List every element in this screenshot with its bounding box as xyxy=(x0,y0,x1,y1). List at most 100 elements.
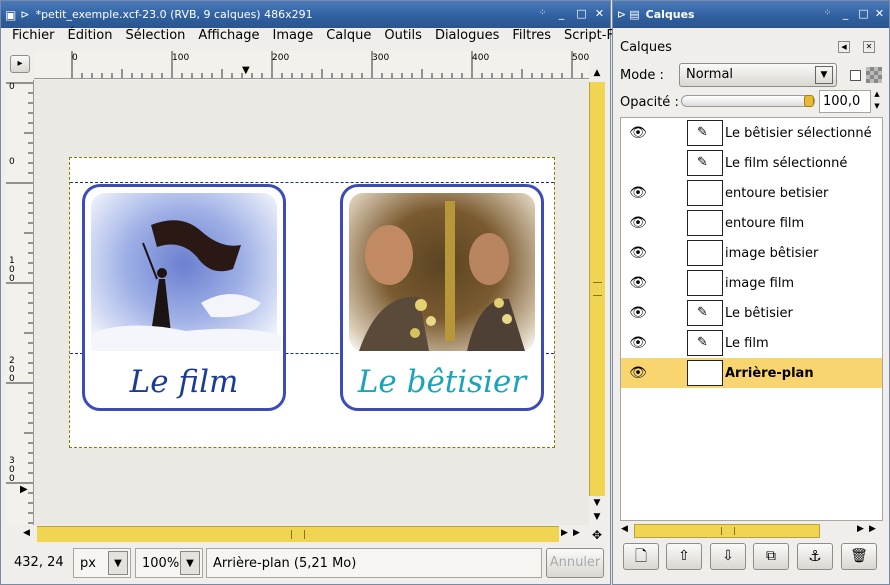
dock-menu-button[interactable]: ◀ xyxy=(838,41,850,53)
horizontal-scroll-grip[interactable] xyxy=(291,530,305,539)
vertical-ruler[interactable]: 0 0 1 0 0 2 0 0 3 0 0 ▶ xyxy=(6,80,34,525)
layers-scroll-right2[interactable]: ▶ xyxy=(869,524,881,538)
menu-item-7[interactable]: Dialogues xyxy=(429,28,506,47)
minimize-button[interactable]: _ xyxy=(555,7,568,20)
menu-item-0[interactable]: Fichier xyxy=(1,28,62,47)
layers-scroll-left[interactable]: ◀ xyxy=(621,524,633,538)
dots-icon-2: ⁘ xyxy=(823,8,832,18)
opacity-spin-down[interactable]: ▼ xyxy=(871,102,883,113)
menu-item-5[interactable]: Calque xyxy=(320,28,378,47)
layer-list[interactable]: 👁 ✎ Le bêtisier sélectionné ✎ Le film sélect… xyxy=(620,117,883,521)
unit-dropdown-icon[interactable]: ▼ xyxy=(108,551,128,575)
status-message-box: Arrière-plan (5,21 Mo) xyxy=(206,548,542,578)
cancel-button[interactable]: Annuler xyxy=(546,548,604,578)
visibility-eye-icon[interactable]: 👁 xyxy=(621,275,655,291)
layer-row[interactable]: ✎ Le film sélectionné xyxy=(621,148,882,178)
opacity-spin-up[interactable]: ▲ xyxy=(871,90,883,101)
layers-hscrollbar[interactable] xyxy=(634,524,820,538)
ruler-label-300: 300 xyxy=(372,53,390,63)
vertical-scrollbar[interactable] xyxy=(589,82,605,496)
vruler-label-200: 2 0 0 xyxy=(9,356,15,384)
opacity-handle[interactable] xyxy=(804,95,814,107)
visibility-eye-icon[interactable]: 👁 xyxy=(621,305,655,321)
layers-maximize-button[interactable]: □ xyxy=(857,7,870,20)
ruler-label-500: 500 xyxy=(572,53,589,63)
anchor-layer-button[interactable]: ⚓ xyxy=(797,543,833,570)
opacity-slider[interactable] xyxy=(681,95,815,107)
layers-scroll-right[interactable]: ▶ xyxy=(857,524,869,538)
guide-horizontal-top[interactable] xyxy=(70,182,554,183)
menu-item-6[interactable]: Outils xyxy=(378,28,429,47)
pin-icon-2[interactable]: ⊳ xyxy=(617,8,626,21)
text-layer-icon: ✎ xyxy=(687,300,723,326)
mode-label: Mode : xyxy=(620,68,664,83)
maximize-button[interactable]: □ xyxy=(575,7,588,20)
navigate-button[interactable]: ▸ xyxy=(10,55,30,73)
raise-layer-button[interactable]: ⇧ xyxy=(666,543,702,570)
visibility-eye-icon[interactable]: 👁 xyxy=(621,365,655,381)
close-button[interactable]: ✕ xyxy=(593,7,606,20)
layer-row[interactable]: 👁 image bêtisier xyxy=(621,238,882,268)
layer-thumbnail xyxy=(687,180,723,206)
visibility-eye-icon[interactable]: 👁 xyxy=(621,335,655,351)
layer-row[interactable]: 👁 Arrière-plan xyxy=(621,358,882,388)
navigate-move-icon[interactable]: ✥ xyxy=(589,528,605,542)
visibility-eye-icon[interactable]: 👁 xyxy=(621,185,655,201)
scroll-down-button[interactable]: ▼ xyxy=(589,498,605,512)
pin-icon[interactable]: ⊳ xyxy=(20,8,29,21)
menu-item-1[interactable]: Édition xyxy=(62,28,120,47)
layer-row[interactable]: 👁 entoure film xyxy=(621,208,882,238)
horizontal-ruler[interactable]: 0 100 200 300 400 500 ▼ xyxy=(34,51,589,79)
dock-close-button[interactable]: ✕ xyxy=(863,41,875,53)
horizontal-scrollbar[interactable] xyxy=(37,526,559,542)
layers-window: ⊳ ▤ Calques ⁘ _ □ ✕ Calques ◀ ✕ Mode : N… xyxy=(612,0,890,585)
opacity-spin[interactable]: 100,0 xyxy=(819,90,871,113)
scroll-up-button[interactable]: ▲ xyxy=(589,68,605,82)
menu-item-8[interactable]: Filtres xyxy=(506,28,558,47)
layer-row[interactable]: 👁 image film xyxy=(621,268,882,298)
layer-row[interactable]: 👁 ✎ Le bêtisier xyxy=(621,298,882,328)
film-photo xyxy=(91,193,281,351)
vruler-pointer-icon: ▶ xyxy=(20,484,28,495)
visibility-eye-icon[interactable]: 👁 xyxy=(621,125,655,141)
layers-hscroll-grip[interactable] xyxy=(721,527,735,535)
layer-row[interactable]: 👁 entoure betisier xyxy=(621,178,882,208)
layer-name: image film xyxy=(725,275,795,291)
mode-combo[interactable]: Normal ▼ xyxy=(679,63,837,87)
ruler-ticks-h xyxy=(71,51,583,78)
menu-item-4[interactable]: Image xyxy=(266,28,320,47)
visibility-eye-icon[interactable]: 👁 xyxy=(621,215,655,231)
vertical-scroll-grip[interactable] xyxy=(593,282,602,296)
mode-dropdown-icon[interactable]: ▼ xyxy=(815,66,833,84)
delete-layer-button[interactable]: 🗑 xyxy=(841,543,877,570)
layer-name: Arrière-plan xyxy=(725,365,814,381)
scroll-left-button[interactable]: ◀ xyxy=(23,528,35,542)
card-film: Le film xyxy=(82,184,286,411)
layer-row[interactable]: 👁 ✎ Le film xyxy=(621,328,882,358)
lock-alpha-checkbox[interactable] xyxy=(850,70,861,81)
layer-row[interactable]: 👁 ✎ Le bêtisier sélectionné xyxy=(621,118,882,148)
scroll-down2-button[interactable]: ▼ xyxy=(589,512,605,526)
layers-titlebar[interactable]: ⊳ ▤ Calques ⁘ _ □ ✕ xyxy=(613,1,889,28)
unit-value: px xyxy=(80,555,96,571)
scroll-right2-button[interactable]: ▶ xyxy=(573,528,585,542)
visibility-eye-icon[interactable]: 👁 xyxy=(621,245,655,261)
unit-combo[interactable]: px ▼ xyxy=(73,548,131,578)
layers-window-title: Calques xyxy=(645,8,695,21)
status-bar: 432, 24 px ▼ 100% ▼ Arrière-plan (5,21 M… xyxy=(6,545,606,582)
duplicate-layer-button[interactable]: ⧉ xyxy=(753,543,789,570)
layer-thumbnail xyxy=(687,360,723,386)
menu-item-3[interactable]: Affichage xyxy=(192,28,266,47)
zoom-dropdown-icon[interactable]: ▼ xyxy=(180,551,200,575)
zoom-combo[interactable]: 100% ▼ xyxy=(135,548,203,578)
new-layer-button[interactable]: 🗋 xyxy=(623,543,659,570)
image-window-titlebar[interactable]: ▣ ⊳ *petit_exemple.xcf-23.0 (RVB, 9 calq… xyxy=(1,1,610,28)
layers-close-button[interactable]: ✕ xyxy=(873,7,886,20)
scroll-right-button[interactable]: ▶ xyxy=(561,528,573,542)
image-canvas[interactable]: Le film Le bêtisier xyxy=(69,157,555,448)
mode-value: Normal xyxy=(686,67,734,82)
menu-item-2[interactable]: Sélection xyxy=(119,28,192,47)
layer-name: image bêtisier xyxy=(725,245,819,261)
layers-minimize-button[interactable]: _ xyxy=(839,7,852,20)
lower-layer-button[interactable]: ⇩ xyxy=(710,543,746,570)
